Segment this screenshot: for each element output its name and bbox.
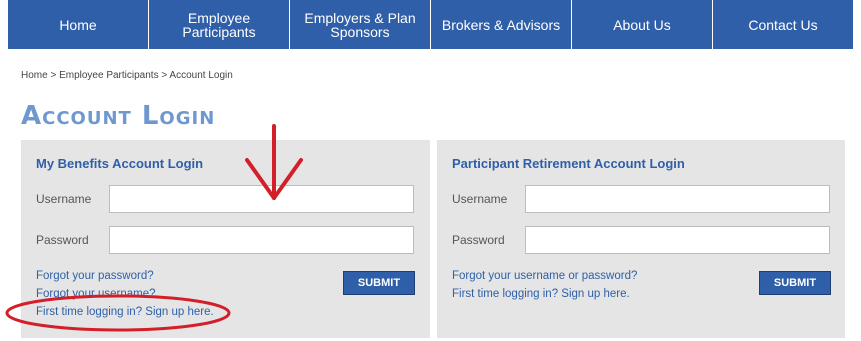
- signup-link[interactable]: First time logging in? Sign up here.: [36, 306, 214, 318]
- breadcrumb: Home > Employee Participants > Account L…: [21, 70, 233, 81]
- forgot-username-link[interactable]: Forgot your username?: [36, 288, 156, 300]
- nav-contact-us[interactable]: Contact Us: [713, 0, 853, 49]
- panel-title: My Benefits Account Login: [36, 156, 204, 171]
- page-title: Account Login: [21, 101, 216, 131]
- submit-button[interactable]: SUBMIT: [759, 271, 831, 295]
- password-input[interactable]: [525, 226, 830, 254]
- panel-title: Participant Retirement Account Login: [452, 156, 685, 171]
- nav-home[interactable]: Home: [8, 0, 149, 49]
- forgot-username-password-link[interactable]: Forgot your username or password?: [452, 270, 637, 282]
- nav-employee-participants[interactable]: Employee Participants: [149, 0, 290, 49]
- username-label: Username: [452, 192, 508, 206]
- password-input[interactable]: [109, 226, 414, 254]
- username-input[interactable]: [525, 185, 830, 213]
- nav-brokers-advisors[interactable]: Brokers & Advisors: [431, 0, 572, 49]
- forgot-password-link[interactable]: Forgot your password?: [36, 270, 154, 282]
- submit-button[interactable]: SUBMIT: [343, 271, 415, 295]
- nav-employers-plan-sponsors[interactable]: Employers & Plan Sponsors: [290, 0, 431, 49]
- password-label: Password: [36, 233, 89, 247]
- retirement-login-panel: Participant Retirement Account Login Use…: [437, 140, 845, 338]
- benefits-login-panel: My Benefits Account Login Username Passw…: [21, 140, 430, 338]
- username-input[interactable]: [109, 185, 414, 213]
- nav-about-us[interactable]: About Us: [572, 0, 713, 49]
- password-label: Password: [452, 233, 505, 247]
- username-label: Username: [36, 192, 92, 206]
- signup-link[interactable]: First time logging in? Sign up here.: [452, 288, 630, 300]
- top-nav: Home Employee Participants Employers & P…: [8, 0, 853, 49]
